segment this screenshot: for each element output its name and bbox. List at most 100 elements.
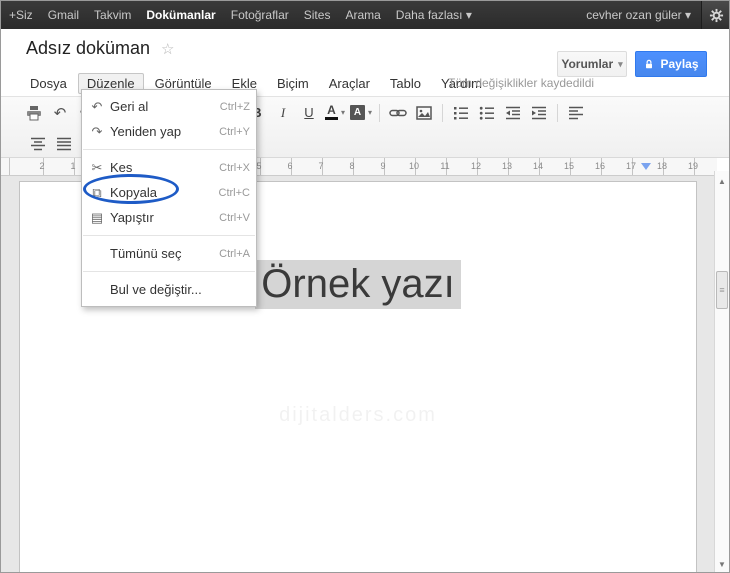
comments-button-label: Yorumlar — [561, 57, 614, 71]
account-menu[interactable]: cevher ozan güler ▾ — [586, 8, 691, 22]
topbar-nav-item[interactable]: Fotoğraflar — [231, 8, 289, 22]
toolbar-separator — [442, 103, 443, 122]
topbar-nav-item[interactable]: Gmail — [48, 8, 79, 22]
increase-indent-button[interactable] — [527, 101, 551, 125]
decrease-indent-button[interactable] — [501, 101, 525, 125]
gear-icon — [709, 8, 724, 22]
align-justify-button[interactable] — [52, 132, 76, 156]
right-indent-marker[interactable] — [641, 163, 651, 170]
ruler-number: 10 — [408, 161, 420, 171]
print-button[interactable] — [22, 101, 46, 125]
text-color-button[interactable]: A ▾ — [323, 101, 347, 125]
share-button-label: Paylaş — [660, 57, 699, 71]
scroll-up-button[interactable]: ▲ — [715, 173, 729, 189]
topbar-nav-item[interactable]: Arama — [345, 8, 380, 22]
menu-item-shortcut: Ctrl+A — [219, 247, 250, 260]
ruler-number: 17 — [625, 161, 637, 171]
align-center-button[interactable] — [26, 132, 50, 156]
settings-gear-button[interactable] — [701, 1, 729, 29]
share-button[interactable]: Paylaş — [635, 51, 707, 77]
edit-menu: ↶ Geri al Ctrl+Z ↷ Yeniden yap Ctrl+Y ✂ … — [81, 89, 257, 307]
chevron-down-icon: ▾ — [340, 108, 345, 117]
menu-item-label: Bul ve değiştir... — [110, 282, 202, 297]
ruler-number: 11 — [440, 161, 450, 171]
italic-button[interactable]: I — [271, 101, 295, 125]
bulleted-list-button[interactable] — [475, 101, 499, 125]
menu-item[interactable]: ▤ Yapıştır Ctrl+V — [82, 205, 256, 230]
ruler-number: 5 — [256, 161, 262, 171]
ruler-number: 7 — [318, 161, 324, 171]
menu-item[interactable] — [83, 271, 255, 272]
menubar-item[interactable]: Dosya — [21, 73, 76, 94]
ruler-number: 18 — [656, 161, 668, 171]
menu-item[interactable]: Tümünü seç Ctrl+A — [82, 241, 256, 266]
toolbar-separator — [379, 103, 380, 122]
align-left-icon — [569, 106, 583, 119]
menu-item-icon: ↶ — [91, 98, 103, 114]
image-icon — [416, 105, 432, 120]
ruler-number: 19 — [687, 161, 699, 171]
menu-item-label: Tümünü seç — [110, 246, 182, 261]
menubar-item[interactable]: Tablo — [381, 73, 430, 94]
topbar-right: cevher ozan güler ▾ — [586, 1, 729, 29]
lock-icon — [646, 59, 653, 68]
topbar-nav-item[interactable]: Takvim — [94, 8, 131, 22]
menu-item[interactable]: ↶ Geri al Ctrl+Z — [82, 94, 256, 119]
menu-item[interactable]: ↷ Yeniden yap Ctrl+Y — [82, 119, 256, 144]
topbar-nav-item[interactable]: +Siz — [9, 8, 33, 22]
ruler-number: 15 — [563, 161, 575, 171]
numbered-list-icon — [454, 106, 468, 119]
menu-item[interactable]: ✂ Kes Ctrl+X — [82, 155, 256, 180]
highlight-color-button[interactable]: A ▾ — [349, 101, 373, 125]
star-favorite-icon[interactable]: ☆ — [161, 40, 174, 58]
comments-button[interactable]: Yorumlar ▾ — [557, 51, 627, 77]
document-title[interactable]: Adsız doküman — [26, 38, 150, 59]
indent-icon — [532, 106, 546, 119]
scroll-down-button[interactable]: ▼ — [715, 556, 729, 572]
google-docs-window: +Siz Gmail Takvim Dokümanlar Fotoğraflar… — [0, 0, 730, 573]
menu-item-shortcut: Ctrl+Z — [219, 100, 250, 113]
menubar-item[interactable]: Biçim — [268, 73, 318, 94]
menubar-item[interactable]: Araçlar — [320, 73, 379, 94]
menu-item[interactable]: Bul ve değiştir... — [82, 277, 256, 302]
menu-item-shortcut: Ctrl+V — [219, 211, 250, 224]
google-services-nav: +Siz Gmail Takvim Dokümanlar Fotoğraflar… — [1, 8, 487, 22]
topbar-nav-item[interactable]: Dokümanlar — [146, 8, 215, 22]
numbered-list-button[interactable] — [449, 101, 473, 125]
ruler-number: 8 — [349, 161, 355, 171]
menu-item-label: Geri al — [110, 99, 149, 114]
insert-image-button[interactable] — [412, 101, 436, 125]
underline-button[interactable]: U — [297, 101, 321, 125]
menu-item[interactable] — [83, 235, 255, 236]
menu-item[interactable] — [83, 149, 255, 150]
menu-item-label: Kes — [110, 160, 133, 175]
menu-item-icon: ▤ — [90, 209, 104, 225]
align-justify-icon — [57, 137, 71, 150]
bulleted-list-icon — [479, 106, 494, 120]
align-center-icon — [31, 137, 45, 150]
text-color-icon: A — [324, 104, 338, 120]
title-row: Adsız doküman ☆ Yorumlar ▾ Paylaş — [1, 29, 729, 77]
ruler-number: 2 — [39, 161, 45, 171]
ruler-number: 9 — [380, 161, 386, 171]
menu-item-shortcut: Ctrl+Y — [219, 125, 250, 138]
menu-item-shortcut: Ctrl+C — [218, 186, 250, 199]
align-left-button[interactable] — [564, 101, 588, 125]
vertical-scrollbar[interactable]: ▲ ≡ ▼ — [714, 171, 729, 572]
undo-button[interactable]: ↶ — [48, 101, 72, 125]
ruler-number: 13 — [501, 161, 513, 171]
menu-item[interactable]: ⧉ Kopyala Ctrl+C — [82, 180, 256, 205]
menu-item-label: Yeniden yap — [110, 124, 182, 139]
ruler-number: 14 — [532, 161, 544, 171]
topbar-nav-item[interactable]: Daha fazlası ▾ — [396, 8, 472, 22]
insert-link-button[interactable] — [386, 101, 410, 125]
highlight-icon: A — [349, 105, 365, 120]
scrollbar-thumb[interactable]: ≡ — [716, 271, 728, 309]
selected-text[interactable]: Örnek yazı — [255, 260, 461, 309]
google-topbar: +Siz Gmail Takvim Dokümanlar Fotoğraflar… — [1, 1, 729, 29]
menu-item-label: Kopyala — [110, 185, 157, 200]
topbar-nav-item[interactable]: Sites — [304, 8, 331, 22]
outdent-icon — [506, 106, 520, 119]
ruler-number: 12 — [470, 161, 482, 171]
menu-item-icon: ↷ — [91, 123, 103, 139]
